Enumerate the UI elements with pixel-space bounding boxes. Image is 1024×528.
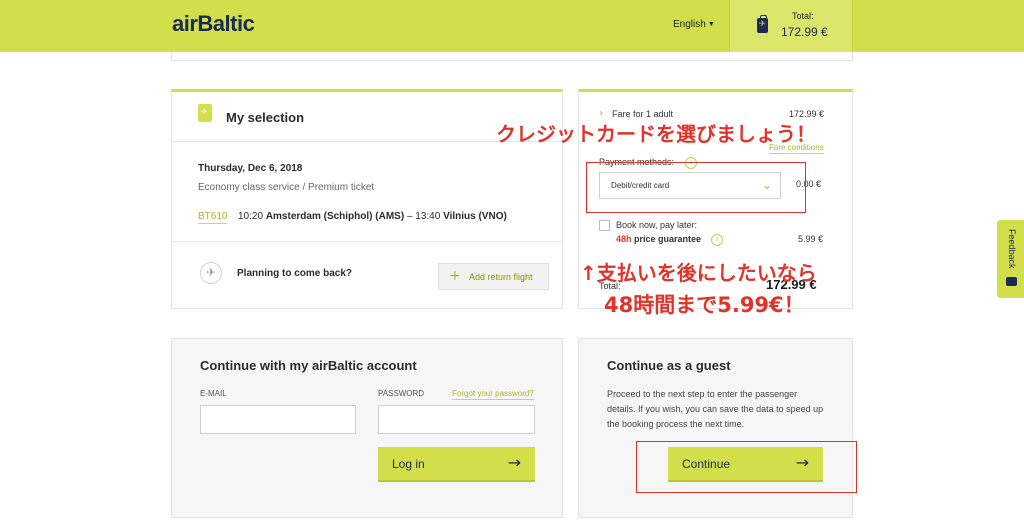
service-class: Economy class service / Premium ticket bbox=[198, 182, 375, 193]
add-return-label: Add return flight bbox=[469, 272, 533, 282]
feedback-icon bbox=[1006, 277, 1017, 286]
annotation-pay-later-line1: ↑支払いを後にしたいなら bbox=[580, 261, 817, 285]
arrow-right-icon: → bbox=[507, 453, 521, 472]
header-underline-box bbox=[171, 52, 853, 61]
add-return-flight-button[interactable]: + Add return flight bbox=[438, 263, 549, 290]
caret-down-icon: ▼ bbox=[707, 21, 715, 28]
feedback-label: Feedback bbox=[1007, 229, 1017, 269]
password-label: PASSWORD bbox=[378, 389, 425, 398]
login-label: Log in bbox=[392, 457, 425, 471]
forgot-password-link[interactable]: Forgot your password? bbox=[452, 389, 534, 400]
cart-total-value: 172.99 € bbox=[781, 25, 828, 39]
cart-summary[interactable]: Total: 172.99 € bbox=[729, 0, 853, 52]
annotation-credit-card: クレジットカードを選びましょう！ bbox=[496, 122, 816, 146]
guarantee-text: price guarantee bbox=[634, 234, 702, 244]
arrival-airport: Vilnius (VNO) bbox=[443, 211, 507, 222]
login-button[interactable]: Log in → bbox=[378, 447, 535, 482]
price-guarantee: 48h price guarantee bbox=[616, 234, 701, 244]
airbaltic-logo[interactable]: airBaltic bbox=[172, 11, 255, 37]
email-label: E-MAIL bbox=[200, 389, 227, 398]
return-question: Planning to come back? bbox=[237, 268, 353, 279]
plane-return-icon: ✈ bbox=[200, 262, 222, 284]
flight-date: Thursday, Dec 6, 2018 bbox=[198, 163, 303, 174]
guest-text-line2: details. If you wish, you can save the d… bbox=[607, 404, 824, 414]
payment-highlight-box bbox=[586, 162, 806, 213]
password-field[interactable] bbox=[378, 405, 535, 434]
guarantee-info-icon[interactable]: i bbox=[711, 234, 723, 246]
departure-airport: Amsterdam (Schiphol) (AMS) bbox=[265, 211, 405, 222]
bag-icon bbox=[198, 104, 212, 122]
top-header: airBaltic English▼ Total: 172.99 € bbox=[0, 0, 1024, 52]
annotation-pay-later-line2: 48時間まで5.99€！ bbox=[604, 293, 805, 317]
guarantee-value: 5.99 € bbox=[798, 234, 824, 244]
feedback-text-holder: Feedback bbox=[1003, 229, 1017, 271]
cart-total-label: Total: bbox=[792, 11, 814, 21]
flight-number-link[interactable]: BT610 bbox=[198, 211, 228, 224]
suitcase-icon bbox=[757, 15, 768, 33]
language-selector[interactable]: English ▼ bbox=[673, 19, 715, 30]
guest-text-line1: Proceed to the next step to enter the pa… bbox=[607, 389, 798, 399]
route-dash: – bbox=[406, 211, 413, 222]
guest-title: Continue as a guest bbox=[607, 358, 731, 373]
email-field[interactable] bbox=[200, 405, 356, 434]
account-title: Continue with my airBaltic account bbox=[200, 358, 417, 373]
my-selection-title: My selection bbox=[226, 110, 305, 125]
book-later-checkbox[interactable] bbox=[599, 220, 610, 231]
flight-route: 10:20 Amsterdam (Schiphol) (AMS) – 13:40… bbox=[238, 211, 507, 222]
guarantee-hours: 48h bbox=[616, 234, 632, 244]
arrival-time: 13:40 bbox=[415, 211, 441, 222]
continue-highlight-box bbox=[636, 441, 857, 493]
language-label: English bbox=[673, 19, 706, 30]
selection-divider-bottom bbox=[172, 241, 562, 242]
plus-icon: + bbox=[449, 268, 461, 284]
departure-time: 10:20 bbox=[238, 211, 264, 222]
book-later-label: Book now, pay later: bbox=[616, 220, 698, 230]
guest-text-line3: the booking process the next time. bbox=[607, 419, 745, 429]
